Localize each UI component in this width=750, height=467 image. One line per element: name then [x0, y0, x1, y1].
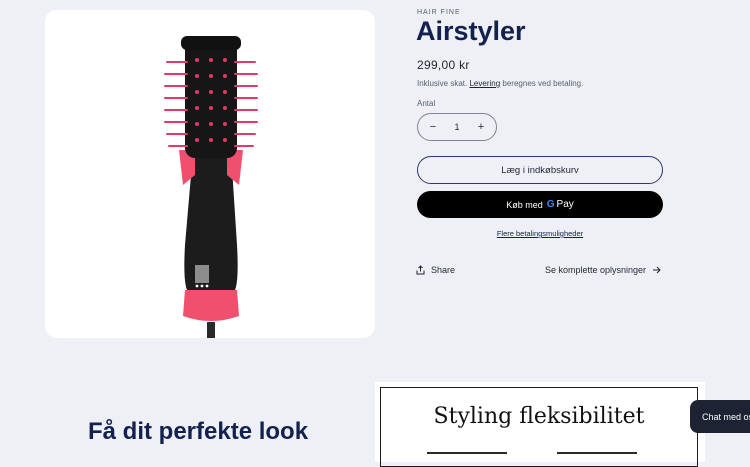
share-icon: [416, 265, 425, 275]
product-title: Airstyler: [416, 16, 526, 46]
airstyler-illustration: [164, 36, 258, 338]
more-payment-options-link[interactable]: Flere betalingsmuligheder: [417, 229, 663, 238]
section-heading: Få dit perfekte look: [88, 418, 309, 445]
full-details-link[interactable]: Se komplette oplysninger: [545, 265, 661, 275]
share-label: Share: [431, 265, 456, 275]
tax-note-suffix: beregnes ved betaling.: [502, 79, 584, 88]
quantity-decrease-button[interactable]: −: [425, 121, 441, 133]
styling-promo-image: Styling fleksibilitet: [375, 382, 705, 467]
tax-note: Inklusive skat. Levering beregnes ved be…: [417, 79, 583, 88]
buy-with-label: Køb med: [506, 199, 543, 210]
quantity-label: Antal: [417, 99, 436, 108]
quantity-increase-button[interactable]: +: [473, 121, 489, 133]
add-to-cart-button[interactable]: Læg i indkøbskurv: [417, 156, 663, 184]
shipping-link[interactable]: Levering: [469, 79, 500, 88]
arrow-right-icon: [653, 266, 661, 274]
product-vendor: HAIR FINE: [417, 9, 461, 16]
quantity-stepper: − 1 +: [417, 113, 497, 141]
product-image[interactable]: [45, 10, 375, 338]
product-price: 299,00 kr: [417, 58, 470, 72]
promo-divider-left: [427, 452, 507, 454]
promo-divider-right: [557, 452, 637, 454]
tax-note-prefix: Inklusive skat.: [417, 79, 468, 88]
google-g-icon: G: [546, 199, 555, 210]
quantity-value[interactable]: 1: [454, 122, 459, 132]
chat-button[interactable]: Chat med os: [690, 400, 750, 433]
share-button[interactable]: Share: [416, 265, 455, 275]
promo-frame: Styling fleksibilitet: [380, 387, 698, 467]
full-details-label: Se komplette oplysninger: [545, 265, 647, 275]
google-pay-label: Pay: [556, 199, 574, 210]
promo-title: Styling fleksibilitet: [433, 404, 645, 429]
google-pay-button[interactable]: Køb med G Pay: [417, 191, 663, 218]
